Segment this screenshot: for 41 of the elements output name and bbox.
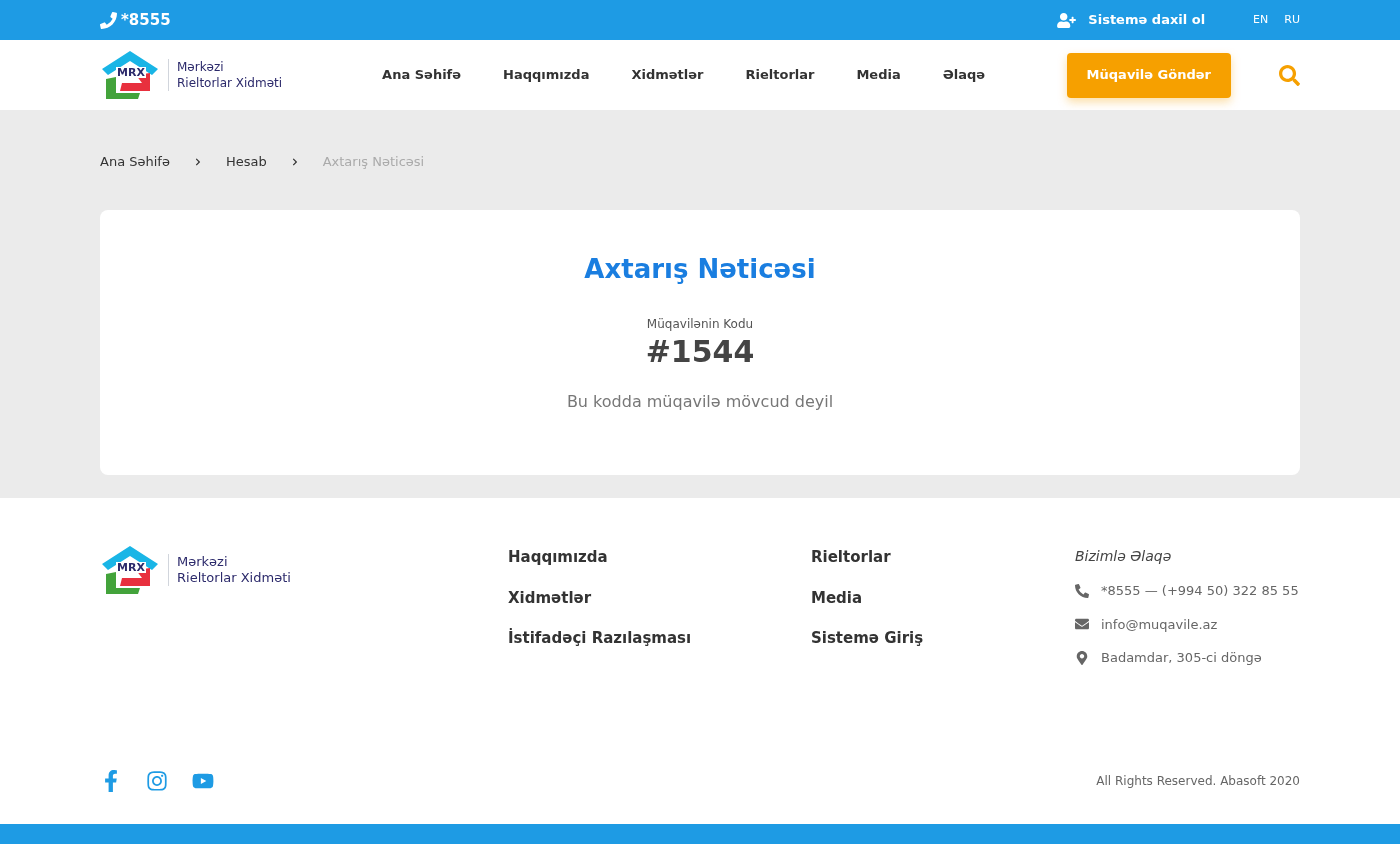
logo-mark: MRX (116, 67, 146, 78)
nav-link[interactable]: Xidmətlər (631, 65, 704, 85)
nav-link[interactable]: Əlaqə (942, 65, 986, 85)
instagram-icon[interactable] (146, 770, 168, 792)
breadcrumb-link[interactable]: Hesab (225, 152, 267, 172)
footer-link[interactable]: Media (811, 586, 1075, 609)
phone-icon (1075, 583, 1089, 598)
result-title: Axtarış Nəticəsi (584, 252, 816, 286)
logo-subtitle: Rieltorlar Xidməti (177, 570, 291, 586)
user-add-icon (1057, 12, 1077, 28)
nav-link[interactable]: Ana Səhifə (382, 65, 462, 85)
logo-title: Mərkəzi (177, 554, 229, 570)
contact-text: Badamdar, 305-ci döngə (1101, 649, 1262, 667)
nav-link[interactable]: Media (856, 65, 901, 85)
footer-link[interactable]: İstifadəçi Razılaşması (508, 627, 811, 650)
address-icon (1075, 650, 1089, 665)
code-label: Müqavilənin Kodu (646, 315, 754, 333)
copyright: All Rights Reserved. Abasoft 2020 (1096, 773, 1300, 790)
footer-link[interactable]: Xidmətlər (508, 586, 811, 609)
house-logo-icon (100, 544, 160, 596)
email-icon (1075, 617, 1089, 632)
result-message: Bu kodda müqavilə mövcud deyil (566, 391, 834, 413)
footer-link[interactable]: Sistemə Giriş (811, 627, 1075, 650)
footer-link[interactable]: Haqqımızda (508, 546, 811, 569)
contact-text: info@muqavile.az (1101, 615, 1218, 634)
breadcrumb-link[interactable]: Ana Səhifə (100, 152, 170, 172)
contact-title: Bizimlə Əlaqə (1075, 547, 1173, 566)
logo-title: Mərkəzi (177, 59, 225, 75)
footer-link[interactable]: Rieltorlar (811, 546, 1075, 569)
chevron-icon (290, 157, 299, 166)
logo-subtitle: Rieltorlar Xidməti (177, 75, 283, 91)
logo-mark: MRX (116, 562, 146, 573)
search-icon[interactable] (1279, 64, 1300, 86)
contact-text: *8555 — (+994 50) 322 85 55 (1101, 582, 1299, 600)
nav-link[interactable]: Rieltorlar (745, 65, 815, 85)
phone-number: *8555 (121, 9, 171, 31)
contract-code: #1544 (645, 332, 755, 370)
nav-link[interactable]: Haqqımızda (503, 65, 590, 85)
house-logo-icon (100, 49, 160, 101)
phone-icon (100, 11, 117, 29)
chevron-icon (193, 157, 202, 166)
